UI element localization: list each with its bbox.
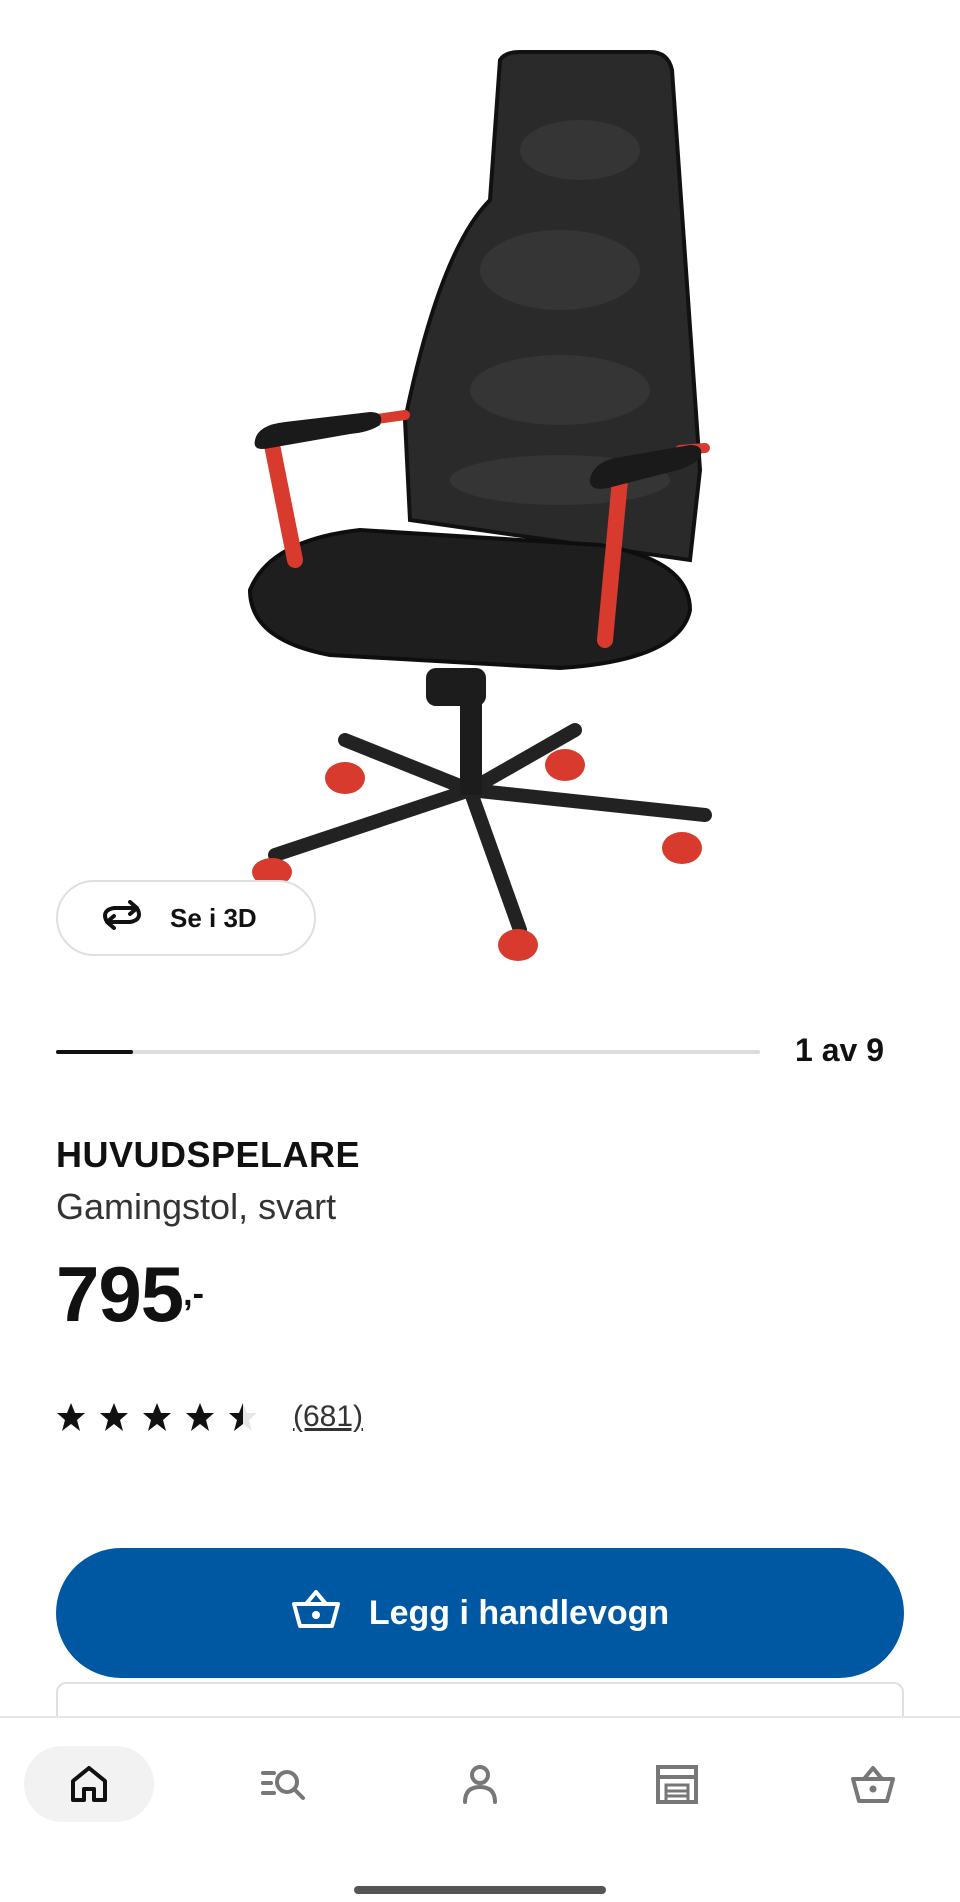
price-suffix: ,-	[183, 1275, 204, 1313]
product-description: Gamingstol, svart	[56, 1186, 337, 1227]
store-icon	[656, 1765, 698, 1804]
rating-stars	[56, 1402, 271, 1432]
star-icon	[186, 1403, 214, 1431]
home-icon	[71, 1766, 107, 1802]
cart-icon	[851, 1766, 895, 1803]
nav-home[interactable]	[24, 1746, 154, 1822]
nav-cart[interactable]	[808, 1746, 938, 1822]
gallery-counter: 1 av 9	[795, 1032, 884, 1068]
bottom-navigation	[0, 1716, 960, 1902]
star-icon	[100, 1403, 128, 1431]
view-3d-button[interactable]: Se i 3D	[56, 880, 316, 956]
gallery-progress-bar[interactable]	[56, 1050, 760, 1054]
add-to-cart-button[interactable]: Legg i handlevogn	[56, 1548, 904, 1678]
view-3d-label: Se i 3D	[170, 902, 257, 933]
home-indicator	[354, 1886, 606, 1894]
star-icon	[57, 1403, 85, 1431]
star-icon	[143, 1403, 171, 1431]
nav-search[interactable]	[218, 1746, 348, 1822]
product-rating[interactable]: (681)	[56, 1400, 363, 1434]
profile-icon	[463, 1765, 497, 1804]
nav-profile[interactable]	[415, 1746, 545, 1822]
product-image[interactable]	[0, 0, 960, 990]
search-list-icon	[261, 1770, 305, 1800]
cart-icon	[291, 1588, 341, 1639]
star-icon	[229, 1403, 257, 1431]
add-to-cart-label: Legg i handlevogn	[368, 1593, 670, 1632]
rotate-3d-icon	[98, 899, 146, 937]
price-value: 795	[56, 1250, 184, 1338]
gaming-chair-image	[247, 50, 712, 961]
product-name: HUVUDSPELARE	[56, 1134, 361, 1175]
review-count-link[interactable]: (681)	[293, 1400, 363, 1434]
gallery-progress-fill	[56, 1050, 134, 1054]
nav-stores[interactable]	[612, 1746, 742, 1822]
product-price: 795 ,-	[56, 1252, 204, 1336]
